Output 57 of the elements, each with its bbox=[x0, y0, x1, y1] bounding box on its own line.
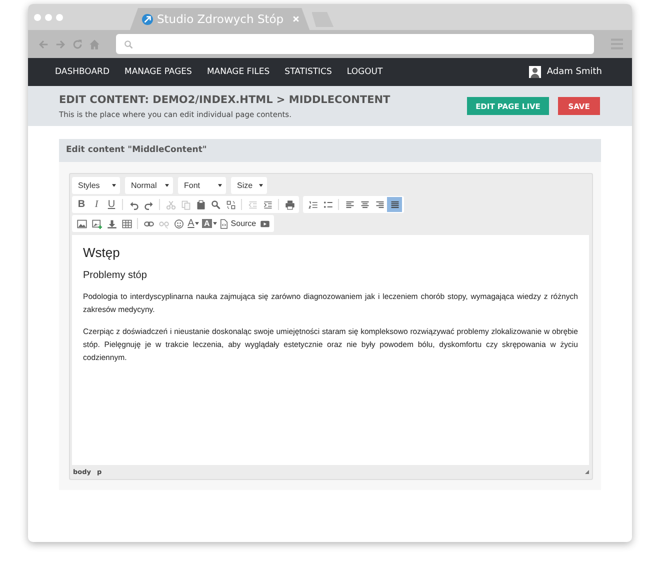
paste-icon bbox=[196, 200, 206, 210]
nav-link[interactable]: LOGOUT bbox=[346, 67, 383, 77]
redo-icon bbox=[144, 200, 154, 210]
indent-icon bbox=[262, 200, 272, 210]
address-field[interactable] bbox=[116, 34, 594, 54]
underline-button[interactable]: U bbox=[104, 197, 119, 212]
nav-link[interactable]: STATISTICS bbox=[284, 67, 332, 77]
cut-icon bbox=[166, 200, 176, 210]
replace-icon bbox=[226, 200, 236, 210]
bullet-list-icon bbox=[322, 200, 332, 210]
align-center-icon bbox=[360, 200, 370, 210]
caret-icon bbox=[112, 184, 116, 187]
nav-link[interactable]: DASHBOARD bbox=[55, 67, 110, 77]
align-left-icon bbox=[344, 200, 354, 210]
video-icon bbox=[260, 218, 270, 228]
smiley-icon bbox=[174, 218, 184, 228]
nav-link[interactable]: MANAGE FILES bbox=[206, 67, 270, 77]
document-icon bbox=[218, 218, 229, 228]
align-justify-button[interactable] bbox=[387, 197, 402, 212]
background-color-button[interactable]: A bbox=[201, 216, 218, 231]
content-heading: Wstęp bbox=[83, 245, 121, 260]
favicon-icon bbox=[142, 14, 153, 24]
link-icon bbox=[144, 218, 154, 228]
user-name[interactable]: Adam Smith bbox=[546, 67, 602, 77]
format-dropdown[interactable]: Normal bbox=[125, 177, 173, 194]
outdent-icon bbox=[248, 200, 258, 210]
format-dropdown[interactable]: Styles bbox=[72, 177, 120, 194]
table-icon bbox=[122, 218, 132, 228]
italic-button[interactable]: I bbox=[89, 197, 104, 212]
bold-button[interactable]: B bbox=[74, 197, 89, 212]
resize-handle-icon[interactable] bbox=[585, 470, 589, 474]
caret-icon bbox=[195, 222, 200, 225]
align-justify-icon bbox=[390, 200, 400, 210]
numbered-list-icon bbox=[308, 200, 318, 210]
find-icon bbox=[210, 200, 220, 210]
page-title: EDIT CONTENT: DEMO2/INDEX.HTML > MIDDLECONTENT bbox=[59, 94, 390, 106]
source-button[interactable]: Source bbox=[218, 216, 258, 231]
format-dropdown[interactable]: Size bbox=[231, 177, 267, 194]
undo-icon bbox=[128, 200, 138, 210]
image-icon bbox=[76, 218, 86, 228]
format-dropdown[interactable]: Font bbox=[178, 177, 226, 194]
panel-title: Edit content "MiddleContent" bbox=[59, 139, 601, 162]
caret-icon bbox=[165, 184, 169, 187]
caret-icon bbox=[258, 184, 263, 187]
caret-icon bbox=[218, 184, 222, 187]
search-icon bbox=[124, 40, 133, 48]
caret-icon bbox=[212, 222, 217, 225]
image-add-icon bbox=[92, 218, 102, 228]
avatar-icon bbox=[528, 66, 541, 78]
text-color-button[interactable]: A bbox=[186, 216, 201, 231]
content-subheading: Problemy stóp bbox=[83, 270, 148, 281]
unlink-icon bbox=[158, 218, 168, 228]
align-right-icon bbox=[374, 200, 384, 210]
tab-title: Studio Zdrowych Stóp bbox=[157, 12, 284, 26]
copy-icon bbox=[180, 200, 190, 210]
nav-link[interactable]: MANAGE PAGES bbox=[124, 67, 192, 77]
print-icon bbox=[284, 200, 294, 210]
